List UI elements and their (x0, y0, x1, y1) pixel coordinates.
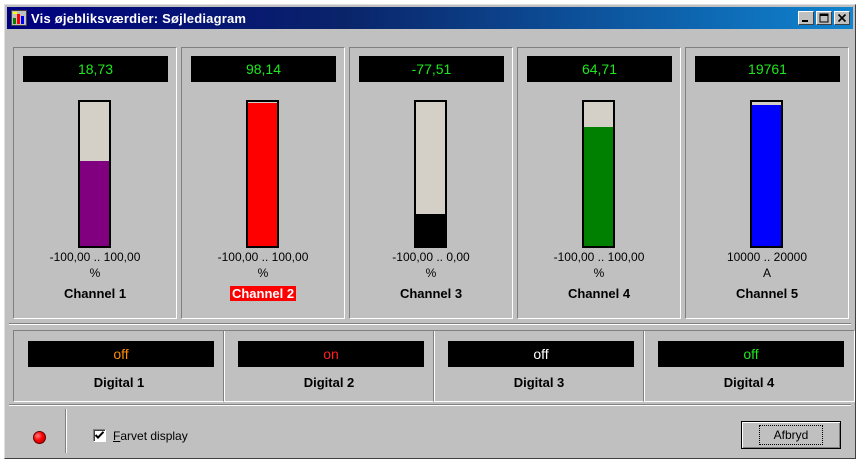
channel-name-label: Channel 1 (63, 286, 127, 301)
channel-range: -100,00 .. 0,00 (392, 250, 470, 264)
channel-unit: % (425, 266, 437, 280)
channel-name-label: Channel 3 (399, 286, 463, 301)
digital-panel-4: off Digital 4 (643, 330, 855, 402)
colored-display-label[interactable]: Farvet display (113, 429, 188, 443)
status-led-icon (33, 431, 46, 444)
digital-name: Digital 2 (303, 375, 355, 390)
app-chart-icon (11, 10, 27, 26)
channel-value-display: 98,14 (191, 56, 336, 82)
maximize-button[interactable] (816, 11, 832, 25)
channel-name: Channel 5 (686, 286, 848, 301)
channel-bar-fill (752, 105, 781, 246)
channel-value-display: 64,71 (527, 56, 672, 82)
channel-bar-gauge (750, 100, 783, 248)
divider (65, 409, 67, 453)
close-icon (837, 13, 847, 23)
digital-name: Digital 3 (513, 375, 565, 390)
label-rest: arvet display (120, 429, 188, 443)
channel-name: Channel 4 (518, 286, 680, 301)
digital-panel-1: off Digital 1 (13, 330, 225, 402)
channel-bar-gauge (582, 100, 615, 248)
channel-bar-gauge (246, 100, 279, 248)
channel-panel-5: 19761 10000 .. 20000 A Channel 5 (685, 47, 849, 319)
channel-panel-3: -77,51 -100,00 .. 0,00 % Channel 3 (349, 47, 513, 319)
divider (9, 323, 851, 325)
title-bar[interactable]: Vis øjebliksværdier: Søjlediagram (7, 7, 853, 29)
channel-range: -100,00 .. 100,00 (217, 250, 309, 264)
channel-name: Channel 3 (350, 286, 512, 301)
channel-unit: % (257, 266, 269, 280)
minimize-button[interactable] (798, 11, 814, 25)
channel-range: -100,00 .. 100,00 (553, 250, 645, 264)
channel-value-display: 19761 (695, 56, 840, 82)
channel-unit: A (762, 266, 771, 280)
channel-panel-4: 64,71 -100,00 .. 100,00 % Channel 4 (517, 47, 681, 319)
channel-bar-gauge (414, 100, 447, 248)
channel-value-display: 18,73 (23, 56, 168, 82)
digital-state-display: off (28, 341, 214, 367)
channel-name-label: Channel 4 (567, 286, 631, 301)
main-window: Vis øjebliksværdier: Søjlediagram 18,73 … (4, 4, 856, 459)
channel-bar-fill (248, 103, 277, 246)
digital-state-display: on (238, 341, 424, 367)
channel-bar-fill (416, 213, 445, 246)
abort-button-label: Afbryd (758, 425, 824, 445)
maximize-icon (819, 13, 829, 23)
channel-unit: % (593, 266, 605, 280)
colored-display-checkbox[interactable] (93, 429, 106, 442)
abort-button[interactable]: Afbryd (741, 421, 841, 449)
analog-channels-panel: 18,73 -100,00 .. 100,00 % Channel 1 98,1… (13, 47, 853, 319)
channel-name: Channel 2 (182, 286, 344, 301)
channel-range: 10000 .. 20000 (726, 250, 808, 264)
channel-range: -100,00 .. 100,00 (49, 250, 141, 264)
digital-state-display: off (658, 341, 844, 367)
checkmark-icon (94, 431, 105, 440)
channel-bar-fill (584, 127, 613, 246)
channel-bar-fill (80, 160, 109, 246)
minimize-icon (802, 20, 808, 22)
channel-bar-gauge (78, 100, 111, 248)
window-title: Vis øjebliksværdier: Søjlediagram (31, 10, 247, 26)
channel-panel-2: 98,14 -100,00 .. 100,00 % Channel 2 (181, 47, 345, 319)
channel-panel-1: 18,73 -100,00 .. 100,00 % Channel 1 (13, 47, 177, 319)
channel-value-display: -77,51 (359, 56, 504, 82)
digital-state-display: off (448, 341, 634, 367)
digital-panel-3: off Digital 3 (433, 330, 645, 402)
channel-name-label: Channel 5 (735, 286, 799, 301)
close-button[interactable] (834, 11, 850, 25)
digital-name: Digital 4 (723, 375, 775, 390)
digital-name: Digital 1 (93, 375, 145, 390)
bottom-bar: Farvet display Afbryd (13, 405, 853, 457)
channel-name-label: Channel 2 (229, 286, 297, 301)
channel-name: Channel 1 (14, 286, 176, 301)
digital-panel-2: on Digital 2 (223, 330, 435, 402)
channel-unit: % (89, 266, 101, 280)
digital-channels-panel: off Digital 1 on Digital 2 off Digital 3… (13, 330, 855, 402)
